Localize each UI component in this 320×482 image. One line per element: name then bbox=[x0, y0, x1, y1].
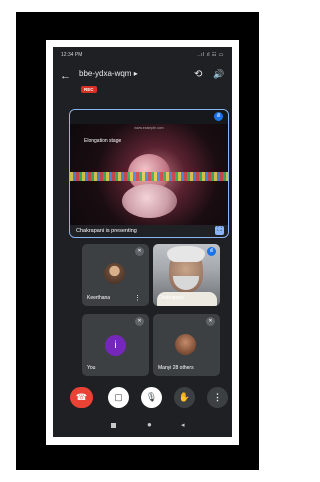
presentation-footer: Chakrapani is presenting ⛶ bbox=[70, 225, 228, 237]
switch-camera-icon[interactable]: ⟲ bbox=[194, 69, 202, 80]
avatar bbox=[104, 263, 125, 284]
mic-off-button[interactable]: 🎙 bbox=[141, 387, 162, 408]
speaker-icon[interactable]: 🔊 bbox=[213, 69, 224, 80]
recording-badge: REC bbox=[81, 86, 97, 93]
presenting-label: Chakrapani is presenting bbox=[76, 228, 137, 234]
meet-call-screen: 12:34 PM ..ıl ıl ☷ ▭ ← bbe-ydxa-wqm ▸ RE… bbox=[53, 47, 232, 437]
mrna-strand-illustration bbox=[70, 172, 228, 181]
participant-name: Chakrapani bbox=[158, 295, 184, 301]
fullscreen-pin-icon[interactable]: ⛶ bbox=[215, 226, 224, 235]
participant-name: Keerthana bbox=[87, 295, 111, 301]
home-icon[interactable]: ● bbox=[147, 420, 152, 429]
mic-off-icon: ✕ bbox=[206, 317, 215, 326]
presenter-audio-icon: ıll bbox=[214, 112, 223, 121]
participant-tile-keerthana[interactable]: ✕ Keerthana ⋮ bbox=[82, 244, 149, 306]
back-arrow-icon[interactable]: ← bbox=[60, 70, 71, 82]
mic-off-icon: ✕ bbox=[135, 247, 144, 256]
mic-off-icon: ✕ bbox=[135, 317, 144, 326]
more-options-button[interactable]: ⋮ bbox=[207, 387, 228, 408]
status-time: 12:34 PM bbox=[61, 52, 83, 58]
presentation-tile[interactable]: ıll www.example.com Elongation stage Cha… bbox=[69, 109, 229, 238]
avatar bbox=[175, 334, 196, 355]
call-header: ← bbe-ydxa-wqm ▸ REC ⟲ 🔊 bbox=[53, 61, 232, 97]
back-icon[interactable]: ◂ bbox=[181, 421, 185, 429]
participant-name: Manyi 28 others bbox=[158, 365, 194, 371]
presentation-top-bar: ıll bbox=[70, 110, 228, 124]
status-bar: 12:34 PM ..ıl ıl ☷ ▭ bbox=[53, 47, 232, 61]
android-nav-bar: ● ◂ bbox=[53, 420, 232, 434]
participant-name: You bbox=[87, 365, 96, 371]
participant-tile-you[interactable]: ✕ i You bbox=[82, 314, 149, 376]
more-options-icon[interactable]: ⋮ bbox=[134, 294, 141, 302]
slide-url: www.example.com bbox=[134, 126, 164, 130]
avatar: i bbox=[105, 335, 126, 356]
leave-call-button[interactable]: ☎ bbox=[70, 387, 93, 408]
speaking-indicator-icon: ıll bbox=[207, 247, 216, 256]
meeting-code[interactable]: bbe-ydxa-wqm ▸ bbox=[79, 69, 138, 78]
ribosome-subunit-illustration bbox=[122, 184, 177, 218]
raise-hand-button[interactable]: ✋ bbox=[174, 387, 195, 408]
participant-tile-others[interactable]: ✕ Manyi 28 others bbox=[153, 314, 220, 376]
recents-icon[interactable] bbox=[111, 423, 116, 428]
shared-slide: www.example.com Elongation stage bbox=[70, 124, 228, 226]
status-icons: ..ıl ıl ☷ ▭ bbox=[197, 52, 224, 58]
camera-off-button[interactable]: ▢ bbox=[108, 387, 129, 408]
slide-title: Elongation stage bbox=[84, 138, 122, 144]
call-controls: ☎ ▢ 🎙 ✋ ⋮ bbox=[53, 387, 232, 411]
video-hair bbox=[167, 246, 205, 262]
participant-tile-chakrapani[interactable]: ıll Chakrapani bbox=[153, 244, 220, 306]
